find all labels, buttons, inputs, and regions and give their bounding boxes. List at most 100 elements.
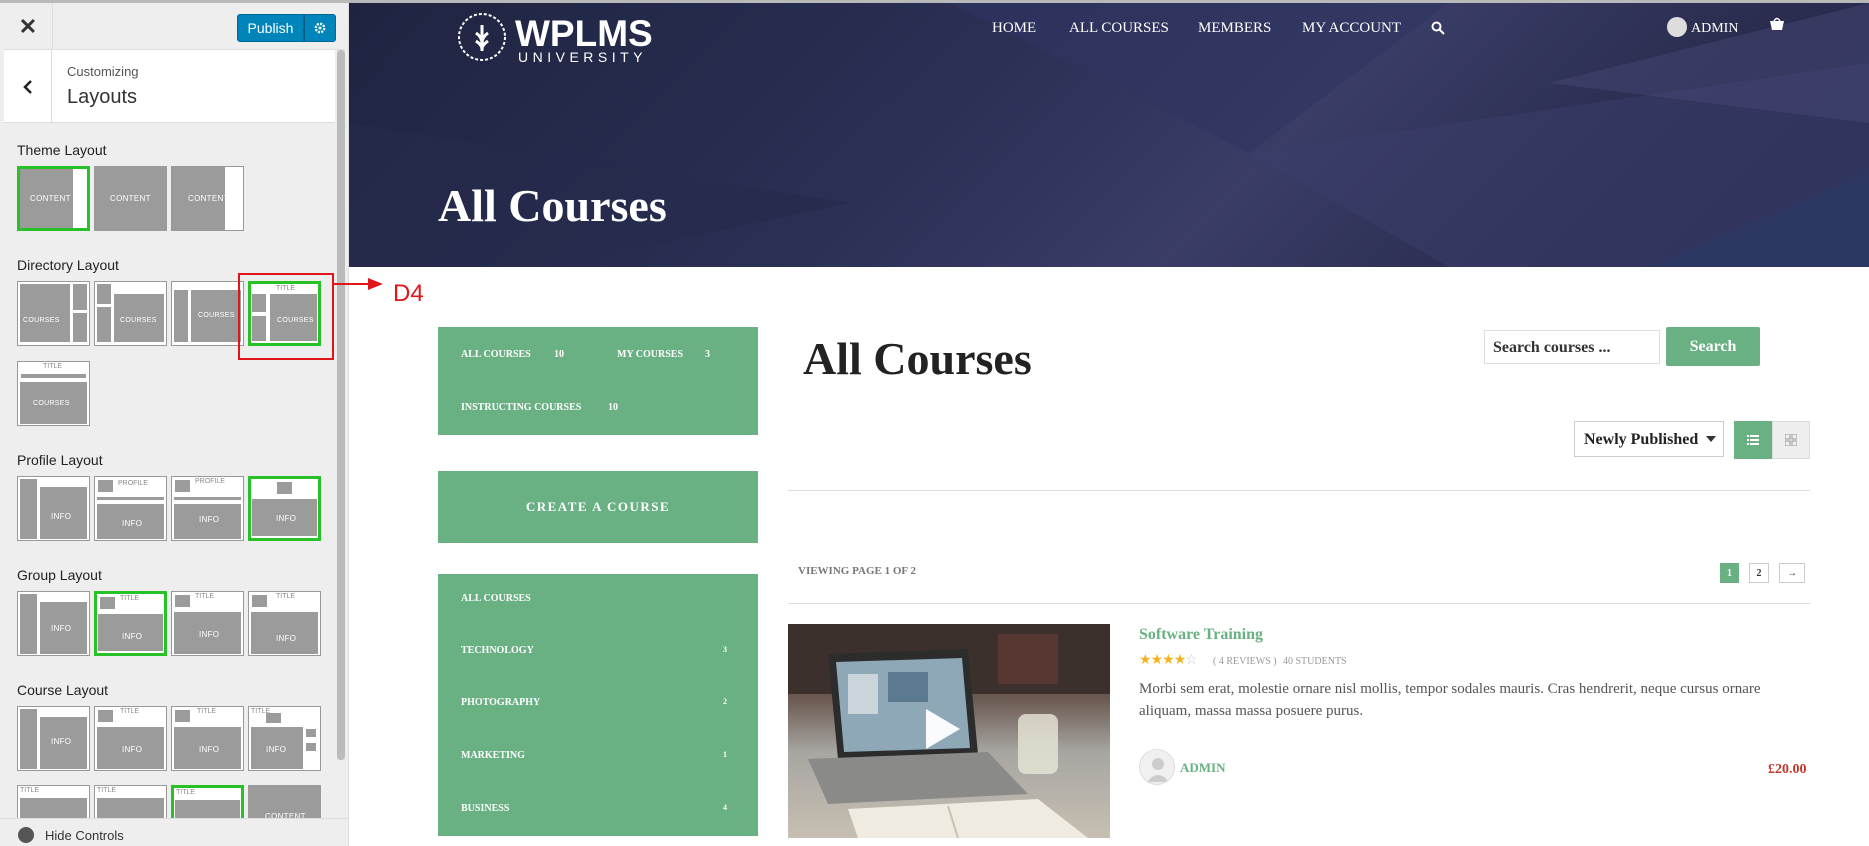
group-layout-option-4[interactable]: TITLE INFO [248,591,321,656]
theme-layout-option-3[interactable]: CONTENT [171,166,244,231]
thumb-title: TITLE [120,595,140,602]
group-layout-heading: Group Layout [17,567,102,583]
directory-layout-option-2[interactable]: COURSES [94,281,167,346]
category-item[interactable]: PHOTOGRAPHY [461,697,540,708]
category-item[interactable]: BUSINESS [461,803,509,814]
grid-view-button[interactable] [1772,421,1810,459]
course-price: £20.00 [1768,762,1807,777]
page-2-button[interactable]: 2 [1749,563,1769,583]
profile-layout-heading: Profile Layout [17,452,103,468]
thumb-label: INFO [51,624,72,633]
thumb-title: TITLE [43,363,63,370]
directory-layout-option-3[interactable]: COURSES [171,281,244,346]
user-avatar[interactable] [1667,17,1687,37]
panel-title: Layouts [67,86,138,108]
thumb-label: CONTENT [30,194,71,203]
filter-instructing-courses[interactable]: INSTRUCTING COURSES [461,402,581,413]
instructor-avatar[interactable] [1139,749,1175,785]
star-icon: ★ [1150,651,1164,667]
sort-select[interactable]: Newly Published [1574,421,1724,457]
nav-home[interactable]: HOME [992,20,1036,37]
grid-icon [1785,434,1797,446]
search-button[interactable]: Search [1666,327,1760,366]
course-layout-option-1[interactable]: INFO [17,706,90,771]
category-item[interactable]: MARKETING [461,750,525,761]
star-icon: ★ [1139,651,1152,667]
scrollbar-thumb[interactable] [337,50,345,760]
group-layout-option-3[interactable]: TITLE INFO [171,591,244,656]
create-course-button[interactable]: CREATE A COURSE [438,471,758,543]
course-layout-heading: Course Layout [17,682,109,698]
course-layout-option-3[interactable]: TITLE INFO [171,706,244,771]
group-layout-option-1[interactable]: INFO [17,591,90,656]
panel-header: Customizing Layouts [4,50,335,123]
filter-my-courses[interactable]: MY COURSES [617,349,683,360]
user-icon [1147,758,1169,782]
profile-layout-option-3[interactable]: PROFILE INFO [171,476,244,541]
thumb-label: CONTENT [188,194,229,203]
directory-layout-option-5[interactable]: TITLE COURSES [17,361,90,426]
back-button[interactable] [4,50,52,123]
nav-all-courses[interactable]: ALL COURSES [1069,20,1169,37]
nav-my-account[interactable]: MY ACCOUNT [1302,20,1401,37]
thumb-label: INFO [199,630,220,639]
course-title-link[interactable]: Software Training [1139,626,1263,644]
publish-settings-button[interactable] [304,14,336,42]
category-all-courses[interactable]: ALL COURSES [461,593,531,604]
course-thumbnail[interactable] [788,624,1110,838]
profile-layout-option-2[interactable]: PROFILE INFO [94,476,167,541]
thumb-label: CONTENT [110,194,151,203]
profile-layout-option-4[interactable]: INFO [248,476,321,541]
thumb-label: COURSES [198,312,235,319]
thumb-title: PROFILE [195,478,225,485]
search-icon[interactable] [1431,21,1445,35]
thumb-label: INFO [122,519,143,528]
sidebar-scrollbar[interactable] [337,50,345,760]
theme-layout-option-1[interactable]: CONTENT [17,166,90,231]
page-1-button[interactable]: 1 [1720,563,1739,583]
course-layout-option-2[interactable]: TITLE INFO [94,706,167,771]
instructor-name[interactable]: ADMIN [1180,760,1226,776]
category-item[interactable]: TECHNOLOGY [461,645,534,656]
thumb-label: COURSES [23,317,60,324]
filter-all-courses[interactable]: ALL COURSES [461,349,531,360]
thumb-title: TITLE [97,787,117,794]
thumb-title: TITLE [197,708,217,715]
search-courses-input[interactable]: Search courses ... [1484,330,1660,364]
nav-members[interactable]: MEMBERS [1198,20,1271,37]
hide-controls-button[interactable]: Hide Controls [0,818,348,846]
course-layout-option-4[interactable]: TITLE INFO [248,706,321,771]
publish-button[interactable]: Publish [237,14,304,42]
theme-layout-heading: Theme Layout [17,142,107,158]
close-customizer-button[interactable]: ✕ [4,3,53,50]
profile-layout-option-1[interactable]: INFO [17,476,90,541]
star-icon: ★ [1173,651,1187,667]
thumb-label: INFO [122,745,143,754]
list-view-button[interactable] [1734,421,1772,459]
annotation-label: D4 [393,280,424,307]
thumb-title: TITLE [120,708,140,715]
group-layout-option-2[interactable]: TITLE INFO [94,591,167,656]
theme-layout-option-2[interactable]: CONTENT [94,166,167,231]
page-title: All Courses [803,333,1032,384]
close-icon: ✕ [18,13,38,39]
chevron-left-icon [22,79,32,94]
cart-icon[interactable] [1769,17,1785,31]
pagination-status: VIEWING PAGE 1 OF 2 [798,565,916,577]
category-count: 1 [723,750,727,759]
app-root: ✕ Publish Customizing Layouts Theme Layo… [0,0,1869,846]
thumb-label: INFO [199,745,220,754]
thumb-label: COURSES [33,400,70,407]
annotation-arrow-icon [334,278,383,290]
thumb-label: INFO [122,632,143,641]
user-menu[interactable]: ADMIN [1691,21,1738,37]
category-count: 4 [723,803,727,812]
star-icon: ★ [1162,651,1175,667]
next-page-button[interactable]: → [1779,563,1805,583]
filter-all-courses-count: 10 [554,349,564,360]
course-rating: ★★★★☆ [1139,651,1198,668]
directory-layout-option-1[interactable]: COURSES [17,281,90,346]
site-logo[interactable]: WPLMS UNIVERSITY [456,9,653,65]
thumb-label: INFO [276,634,297,643]
customizer-header: ✕ Publish [4,3,345,50]
